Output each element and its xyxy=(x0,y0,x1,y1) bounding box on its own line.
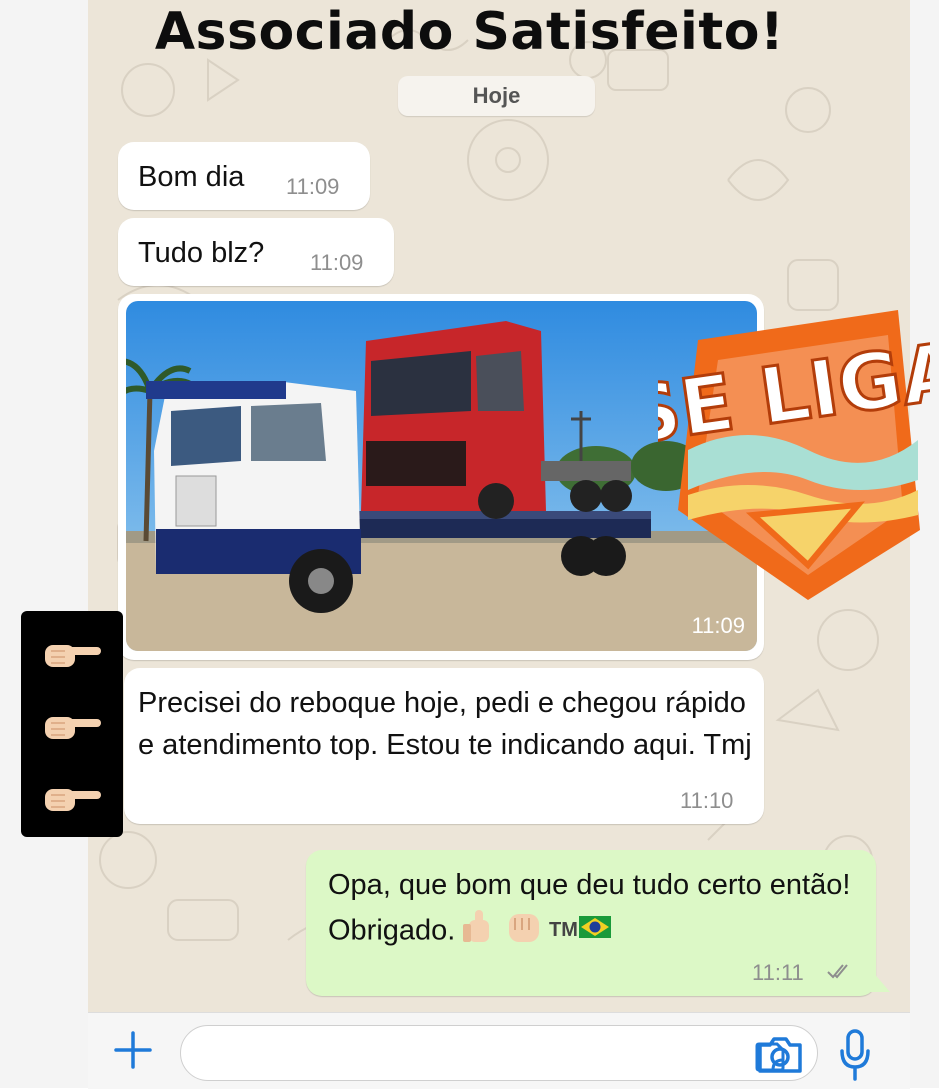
compose-bar xyxy=(88,1012,910,1089)
pointing-hand-icon xyxy=(45,789,101,811)
message-outgoing[interactable]: Opa, que bom que deu tudo certo então! O… xyxy=(306,850,876,996)
message-incoming[interactable]: Bom dia 11:09 xyxy=(118,142,370,210)
message-text: Precisei do reboque hoje, pedi e chegou … xyxy=(138,687,752,761)
left-margin xyxy=(0,0,88,1088)
date-divider: Hoje xyxy=(398,76,595,116)
message-time: 11:10 xyxy=(680,788,734,813)
message-incoming[interactable]: Precisei do reboque hoje, pedi e chegou … xyxy=(124,668,764,824)
message-time: 11:11 xyxy=(752,960,804,985)
pointing-hand-icon xyxy=(45,717,101,739)
camera-icon[interactable] xyxy=(756,1035,804,1075)
message-incoming[interactable]: Tudo blz? 11:09 xyxy=(118,218,394,286)
message-text: Bom dia xyxy=(138,161,245,193)
tm-mark: TM xyxy=(549,919,578,941)
pointer-overlay xyxy=(21,611,123,837)
message-input[interactable] xyxy=(180,1025,818,1081)
message-text-wrap: Opa, que bom que deu tudo certo então! O… xyxy=(328,864,868,958)
message-time: 11:09 xyxy=(310,250,364,275)
image-time: 11:09 xyxy=(691,613,745,638)
thumbs-up-icon xyxy=(463,910,490,942)
microphone-icon[interactable] xyxy=(838,1027,872,1083)
read-receipt-icon xyxy=(826,960,852,986)
fist-icon xyxy=(509,914,540,942)
plus-icon[interactable] xyxy=(110,1027,156,1073)
outgoing-bubble-tail xyxy=(866,964,890,992)
message-text: Tudo blz? xyxy=(138,237,265,269)
headline: Associado Satisfeito! xyxy=(154,2,785,62)
message-time: 11:09 xyxy=(286,174,340,199)
brazil-flag-icon xyxy=(579,916,612,938)
emoji-row: TM xyxy=(463,906,613,958)
pointing-hand-icon xyxy=(45,645,101,667)
se-liga-sticker: SE LIGA xyxy=(617,300,939,610)
